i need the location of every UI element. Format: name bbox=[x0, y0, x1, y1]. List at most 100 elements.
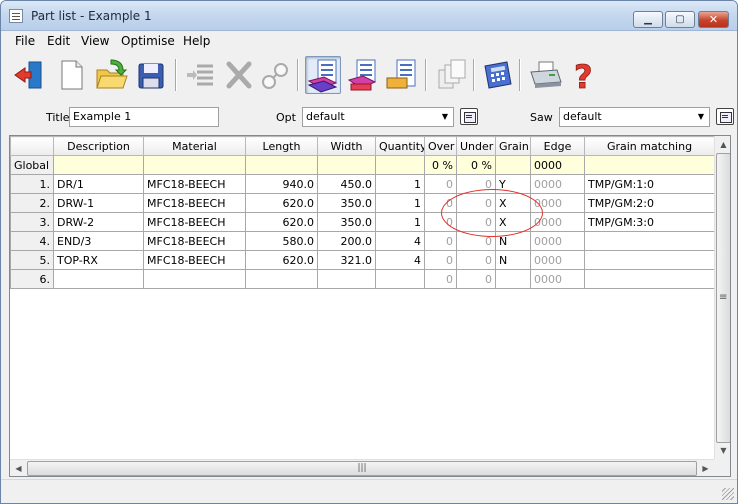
grain-cell[interactable]: X bbox=[495, 193, 531, 213]
grain-cell[interactable]: N bbox=[495, 231, 531, 251]
col-header-length[interactable]: Length bbox=[245, 136, 318, 156]
menu-help[interactable]: Help bbox=[183, 34, 210, 48]
material-cell[interactable]: MFC18-BEECH bbox=[143, 193, 246, 213]
scroll-down-icon[interactable]: ▼ bbox=[716, 443, 730, 458]
scroll-left-icon[interactable]: ◀ bbox=[11, 461, 26, 476]
edge-cell[interactable]: 0000 bbox=[530, 269, 585, 289]
open-button[interactable] bbox=[93, 56, 129, 94]
grain-cell[interactable]: N bbox=[495, 250, 531, 270]
over-cell[interactable]: 0 bbox=[424, 269, 457, 289]
over-cell[interactable]: 0 bbox=[424, 174, 457, 194]
opt-select[interactable]: default ▼ bbox=[302, 107, 454, 127]
col-header-grain-matching[interactable]: Grain matching bbox=[584, 136, 715, 156]
edge-cell[interactable]: 0000 bbox=[530, 212, 585, 232]
material-cell[interactable] bbox=[143, 269, 246, 289]
width-cell[interactable] bbox=[317, 269, 376, 289]
material-cell[interactable]: MFC18-BEECH bbox=[143, 250, 246, 270]
cut-button[interactable] bbox=[221, 56, 257, 94]
horizontal-scroll-thumb[interactable]: ||| bbox=[27, 461, 697, 476]
quantity-cell[interactable]: 4 bbox=[375, 231, 425, 251]
width-cell[interactable]: 350.0 bbox=[317, 212, 376, 232]
length-cell[interactable]: 580.0 bbox=[245, 231, 318, 251]
grain-cell[interactable]: Y bbox=[495, 174, 531, 194]
table-row[interactable]: 4. END/3 MFC18-BEECH 580.0 200.0 4 0 0 N 0000 bbox=[10, 231, 715, 251]
under-cell[interactable]: 0 bbox=[456, 269, 496, 289]
table-row[interactable]: 1. DR/1 MFC18-BEECH 940.0 450.0 1 0 0 Y 0000 TMP/G… bbox=[10, 174, 715, 194]
grain-cell[interactable] bbox=[495, 269, 531, 289]
quantity-cell[interactable]: 1 bbox=[375, 193, 425, 213]
width-cell[interactable]: 200.0 bbox=[317, 231, 376, 251]
table-row[interactable]: 2. DRW-1 MFC18-BEECH 620.0 350.0 1 0 0 X 0000 TMP/… bbox=[10, 193, 715, 213]
under-cell[interactable]: 0 bbox=[456, 193, 496, 213]
global-under-cell[interactable]: 0 % bbox=[456, 155, 496, 175]
menu-file[interactable]: File bbox=[15, 34, 35, 48]
vertical-scrollbar[interactable]: ▲ ≡ ▼ bbox=[714, 136, 730, 459]
length-cell[interactable] bbox=[245, 269, 318, 289]
menu-view[interactable]: View bbox=[81, 34, 109, 48]
link-button[interactable] bbox=[257, 56, 293, 94]
over-cell[interactable]: 0 bbox=[424, 231, 457, 251]
saw-select[interactable]: default ▼ bbox=[559, 107, 710, 127]
over-cell[interactable]: 0 bbox=[424, 212, 457, 232]
edge-cell[interactable]: 0000 bbox=[530, 193, 585, 213]
global-cell[interactable] bbox=[53, 155, 144, 175]
menu-edit[interactable]: Edit bbox=[47, 34, 70, 48]
edge-cell[interactable]: 0000 bbox=[530, 231, 585, 251]
global-cell[interactable] bbox=[245, 155, 318, 175]
global-edge-cell[interactable]: 0000 bbox=[530, 155, 585, 175]
grain-matching-cell[interactable]: TMP/GM:2:0 bbox=[584, 193, 715, 213]
col-header-quantity[interactable]: Quantity bbox=[375, 136, 425, 156]
exit-button[interactable] bbox=[11, 56, 47, 94]
under-cell[interactable]: 0 bbox=[456, 231, 496, 251]
over-cell[interactable]: 0 bbox=[424, 250, 457, 270]
col-header-material[interactable]: Material bbox=[143, 136, 246, 156]
table-row[interactable]: 5. TOP-RX MFC18-BEECH 620.0 321.0 4 0 0 N 0000 bbox=[10, 250, 715, 270]
quantity-cell[interactable] bbox=[375, 269, 425, 289]
global-cell[interactable] bbox=[584, 155, 715, 175]
global-cell[interactable] bbox=[495, 155, 531, 175]
opt-settings-button[interactable] bbox=[460, 108, 478, 125]
minimize-button[interactable]: ▁ bbox=[633, 11, 663, 28]
width-cell[interactable]: 350.0 bbox=[317, 193, 376, 213]
quantity-cell[interactable]: 4 bbox=[375, 250, 425, 270]
description-cell[interactable]: TOP-RX bbox=[53, 250, 144, 270]
global-cell[interactable] bbox=[317, 155, 376, 175]
length-cell[interactable]: 940.0 bbox=[245, 174, 318, 194]
saw-settings-button[interactable] bbox=[716, 108, 734, 125]
edge-cell[interactable]: 0000 bbox=[530, 174, 585, 194]
col-header-rownum[interactable] bbox=[10, 136, 54, 156]
col-header-over[interactable]: Over bbox=[424, 136, 457, 156]
title-input[interactable]: Example 1 bbox=[69, 107, 219, 127]
copy-button[interactable] bbox=[433, 56, 469, 94]
grain-matching-cell[interactable] bbox=[584, 250, 715, 270]
under-cell[interactable]: 0 bbox=[456, 212, 496, 232]
menu-optimise[interactable]: Optimise bbox=[121, 34, 175, 48]
edge-cell[interactable]: 0000 bbox=[530, 250, 585, 270]
width-cell[interactable]: 450.0 bbox=[317, 174, 376, 194]
global-over-cell[interactable]: 0 % bbox=[424, 155, 457, 175]
maximize-button[interactable]: ▢ bbox=[665, 11, 695, 28]
description-cell[interactable]: DRW-1 bbox=[53, 193, 144, 213]
calculator-button[interactable] bbox=[479, 56, 515, 94]
length-cell[interactable]: 620.0 bbox=[245, 250, 318, 270]
resize-grip-icon[interactable] bbox=[722, 488, 734, 500]
grain-cell[interactable]: X bbox=[495, 212, 531, 232]
length-cell[interactable]: 620.0 bbox=[245, 212, 318, 232]
board-list-button[interactable] bbox=[383, 56, 419, 94]
vertical-scroll-thumb[interactable]: ≡ bbox=[716, 153, 730, 443]
under-cell[interactable]: 0 bbox=[456, 174, 496, 194]
table-row[interactable]: 3. DRW-2 MFC18-BEECH 620.0 350.0 1 0 0 X 0000 TMP/… bbox=[10, 212, 715, 232]
material-cell[interactable]: MFC18-BEECH bbox=[143, 231, 246, 251]
description-cell[interactable]: DRW-2 bbox=[53, 212, 144, 232]
global-cell[interactable] bbox=[375, 155, 425, 175]
col-header-under[interactable]: Under bbox=[456, 136, 496, 156]
over-cell[interactable]: 0 bbox=[424, 193, 457, 213]
under-cell[interactable]: 0 bbox=[456, 250, 496, 270]
description-cell[interactable]: DR/1 bbox=[53, 174, 144, 194]
col-header-width[interactable]: Width bbox=[317, 136, 376, 156]
grain-matching-cell[interactable] bbox=[584, 269, 715, 289]
grain-matching-cell[interactable]: TMP/GM:3:0 bbox=[584, 212, 715, 232]
description-cell[interactable] bbox=[53, 269, 144, 289]
help-button[interactable]: ? bbox=[565, 56, 601, 97]
quantity-cell[interactable]: 1 bbox=[375, 174, 425, 194]
